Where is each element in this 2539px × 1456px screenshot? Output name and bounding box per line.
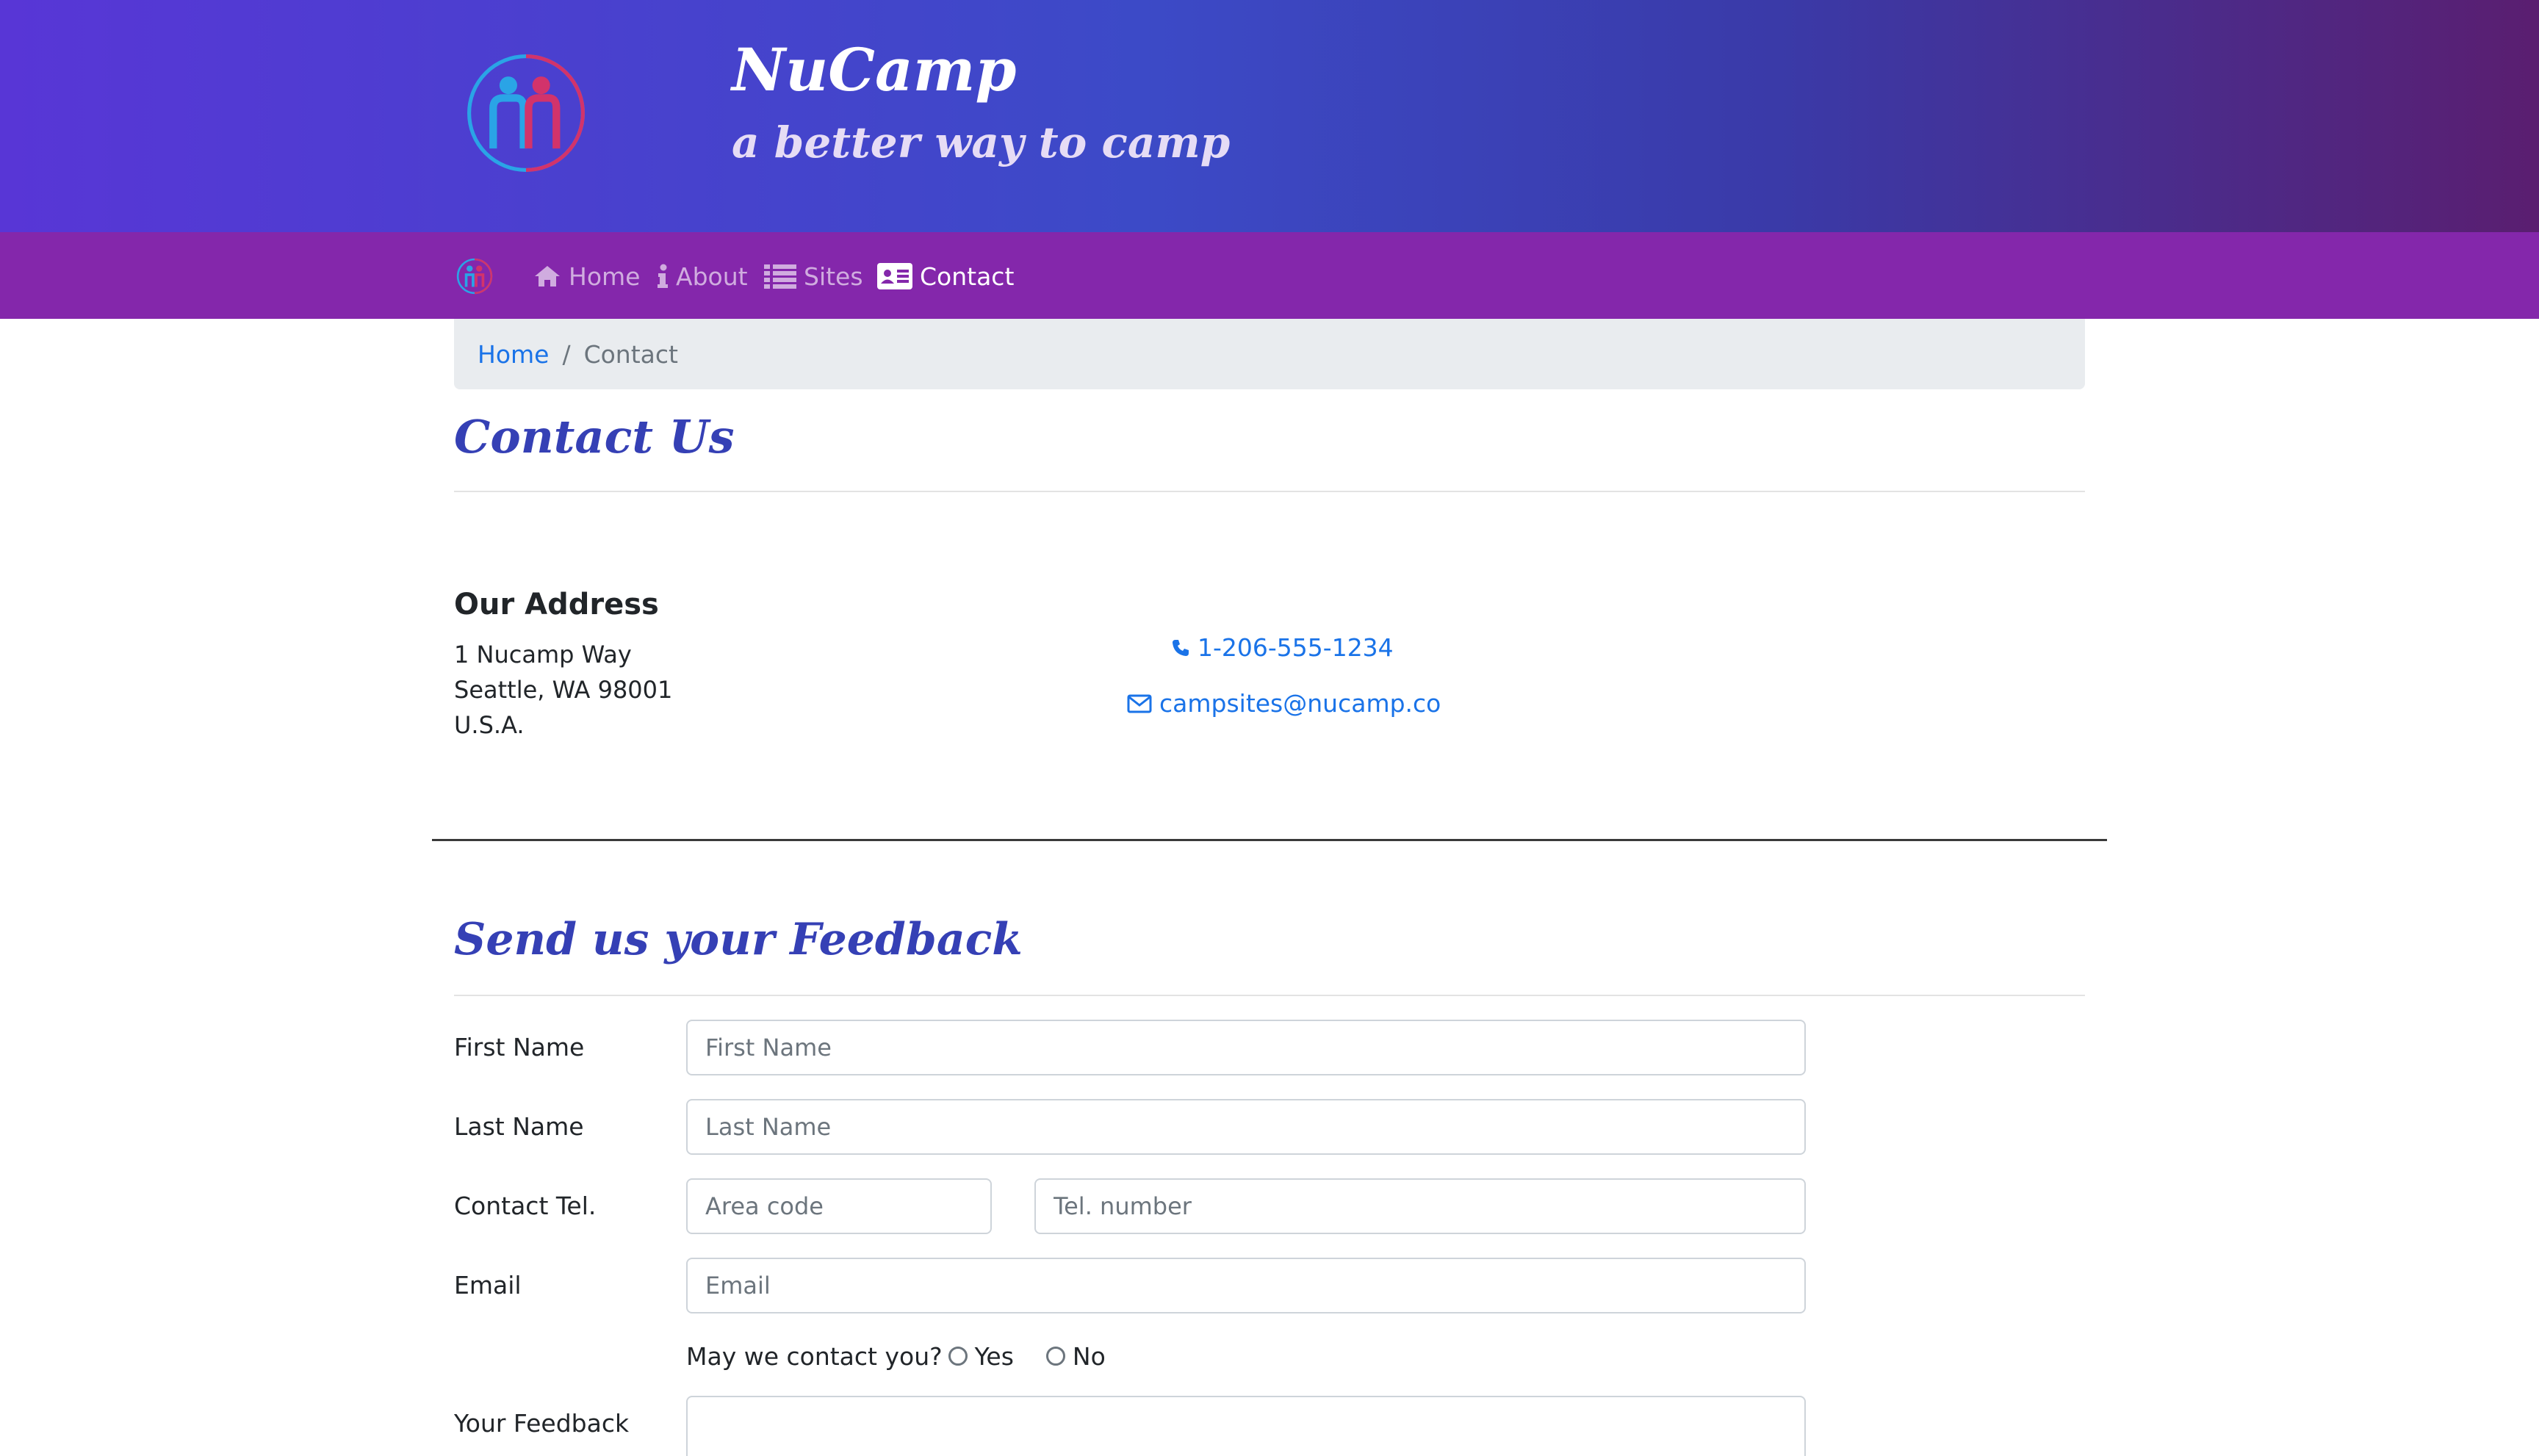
contact-tel-label: Contact Tel.	[454, 1192, 597, 1220]
envelope-icon	[1127, 694, 1152, 713]
site-header: NuCamp a better way to camp	[0, 0, 2539, 232]
last-name-input[interactable]	[686, 1099, 1806, 1155]
phone-link[interactable]: 1-206-555-1234	[1171, 633, 1394, 662]
last-name-label: Last Name	[454, 1112, 584, 1141]
navbar: Home About Sites Contact	[0, 232, 2539, 319]
email-link[interactable]: campsites@nucamp.co	[1127, 689, 1441, 718]
contact-yes-radio[interactable]	[948, 1347, 968, 1366]
nav-home[interactable]: Home	[533, 254, 640, 298]
phone-icon	[1173, 639, 1189, 656]
feedback-label: Your Feedback	[454, 1409, 630, 1438]
phone-number: 1-206-555-1234	[1198, 633, 1394, 662]
nav-home-label: Home	[569, 262, 641, 291]
feedback-heading: Send us your Feedback	[454, 914, 1023, 965]
address-line: Seattle, WA 98001	[454, 676, 673, 704]
first-name-input[interactable]	[686, 1020, 1806, 1075]
breadcrumb-home-link[interactable]: Home	[478, 340, 549, 369]
brand-subtitle: a better way to camp	[732, 118, 1231, 167]
contact-no-label: No	[1072, 1341, 1106, 1371]
info-icon	[658, 264, 668, 288]
address-card-icon	[877, 263, 912, 289]
may-contact-question: May we contact you?	[686, 1341, 943, 1371]
nav-sites-label: Sites	[804, 262, 863, 291]
divider	[454, 995, 2085, 996]
contact-yes-label: Yes	[974, 1341, 1014, 1371]
nucamp-logo	[467, 54, 585, 172]
list-icon	[764, 264, 796, 289]
address-line: U.S.A.	[454, 711, 525, 739]
nav-contact[interactable]: Contact	[877, 254, 1014, 298]
breadcrumb-separator: /	[562, 339, 571, 369]
section-divider	[432, 839, 2107, 841]
feedback-textarea[interactable]	[686, 1396, 1806, 1456]
area-code-input[interactable]	[686, 1178, 992, 1234]
contact-heading: Contact Us	[454, 410, 735, 464]
email-input[interactable]	[686, 1258, 1806, 1313]
contact-no-radio[interactable]	[1045, 1347, 1065, 1366]
nav-about-label: About	[676, 262, 748, 291]
nav-contact-label: Contact	[920, 262, 1015, 291]
address-line: 1 Nucamp Way	[454, 641, 632, 668]
contact-no-option: No	[1040, 1342, 1106, 1371]
navbar-brand-logo[interactable]	[455, 257, 494, 295]
breadcrumb: Home / Contact	[454, 319, 2085, 389]
first-name-label: First Name	[454, 1033, 585, 1062]
may-contact-group: May we contact you? Yes No	[686, 1337, 1106, 1375]
brand-title: NuCamp	[732, 35, 1017, 104]
email-address: campsites@nucamp.co	[1159, 689, 1441, 718]
nav-sites[interactable]: Sites	[764, 254, 863, 298]
nav-about[interactable]: About	[657, 254, 748, 298]
address-title: Our Address	[454, 588, 659, 621]
email-label: Email	[454, 1271, 522, 1300]
divider	[454, 491, 2085, 492]
home-icon	[535, 266, 560, 286]
breadcrumb-current: Contact	[583, 339, 678, 369]
tel-number-input[interactable]	[1034, 1178, 1806, 1234]
